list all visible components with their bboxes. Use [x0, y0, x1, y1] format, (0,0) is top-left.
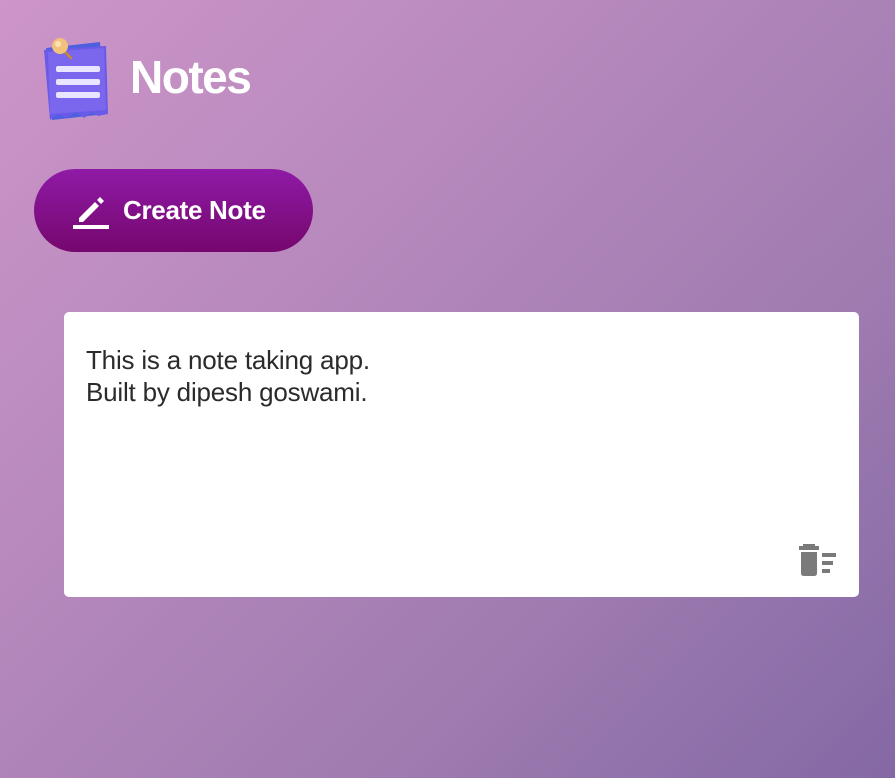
- note-textarea[interactable]: [86, 344, 826, 534]
- delete-sweep-icon: [799, 544, 836, 576]
- delete-note-button[interactable]: [796, 540, 840, 580]
- app-header: Notes: [40, 36, 252, 126]
- app-title: Notes: [130, 51, 252, 103]
- note-card: [64, 312, 859, 597]
- pencil-icon: [73, 196, 109, 229]
- create-note-button[interactable]: Create Note: [34, 169, 313, 252]
- sticky-note-pin-icon: [44, 38, 108, 120]
- create-note-label: Create Note: [123, 195, 266, 225]
